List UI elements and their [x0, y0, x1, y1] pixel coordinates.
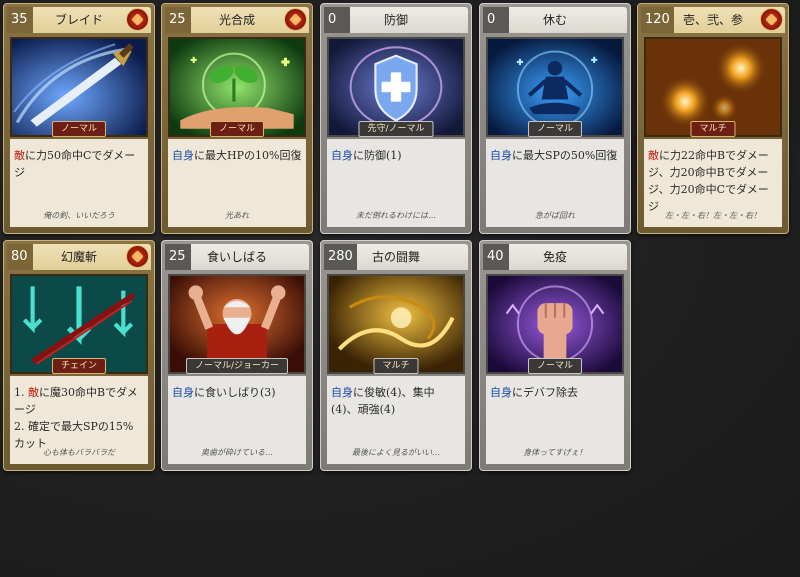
card-cost: 25 — [165, 7, 191, 33]
card-name: 食いしばる — [206, 250, 267, 264]
flavor-text: 光あれ — [225, 211, 249, 220]
card-type-tag: ノーマル — [209, 121, 265, 137]
card-cost: 35 — [7, 7, 33, 33]
card-type-tag: 先守/ノーマル — [358, 121, 434, 137]
card-name: ブレイド — [54, 13, 103, 27]
card-type-tag: チェイン — [51, 358, 107, 374]
card-type-tag: ノーマル/ジョーカー — [185, 358, 289, 374]
flavor-text: 未だ倒れるわけには… — [356, 211, 436, 220]
card-header: 0 防御 — [324, 7, 468, 33]
card-header: 280 古の闘舞 — [324, 244, 468, 270]
card-grit-teeth[interactable]: 25 食いしばる ノーマル/ジョーカー 自身に食いしばり(3) 奥歯が砕けている… — [161, 240, 313, 471]
card-header: 25 光合成 — [165, 7, 309, 33]
card-ancient-battle-dance[interactable]: 280 古の闘舞 マルチ 自身に俊敏(4)、集中(4)、頑強(4) 最後によく見… — [320, 240, 472, 471]
target-enemy-label: 敵 — [648, 149, 659, 162]
flavor-text: 奥歯が砕けている… — [201, 448, 273, 457]
card-type-tag: マルチ — [690, 121, 736, 137]
card-immunity[interactable]: 40 免疫 ノーマル 自身にデバフ除去 身体ってすげぇ！ — [479, 240, 631, 471]
card-description: 自身に食いしばり(3) 奥歯が砕けている… — [168, 376, 306, 464]
card-blade[interactable]: 35 ブレイド ノーマル 敵に力50命中Cでダメージ 俺の剣、いいだろう — [3, 3, 155, 234]
effect-text: に防御(1) — [353, 149, 402, 162]
effect-text: に最大HPの10%回復 — [194, 149, 302, 162]
card-name: 光合成 — [218, 13, 255, 27]
effect-text: に力22命中Bでダメージ、力20命中Bでダメージ、力20命中Cでダメージ — [648, 149, 769, 213]
flavor-text: 俺の剣、いいだろう — [43, 211, 115, 220]
step-one-prefix: 1. — [14, 386, 28, 399]
target-enemy-label: 敵 — [14, 149, 25, 162]
target-self-label: 自身 — [490, 149, 512, 162]
effect-text: に最大SPの50%回復 — [512, 149, 618, 162]
card-type-tag: ノーマル — [527, 358, 583, 374]
card-description: 自身に最大SPの50%回復 急がば回れ — [486, 139, 624, 227]
card-description: 敵に力22命中Bでダメージ、力20命中Bでダメージ、力20命中Cでダメージ 左・… — [644, 139, 782, 227]
card-defense[interactable]: 0 防御 先守/ノーマル 自身に防御(1) 未だ倒れるわけには… — [320, 3, 472, 234]
card-name: 防御 — [383, 13, 408, 27]
card-header: 35 ブレイド — [7, 7, 151, 33]
target-self-label: 自身 — [331, 386, 353, 399]
card-description: 1. 敵に魔30命中Bでダメージ 2. 確定で最大SPの15%カット 心も体もバ… — [10, 376, 148, 464]
card-header: 120 壱、弐、参 — [641, 7, 785, 33]
target-self-label: 自身 — [490, 386, 512, 399]
card-type-tag: マルチ — [373, 358, 419, 374]
attack-skill-icon — [126, 245, 149, 268]
card-header: 80 幻魔斬 — [7, 244, 151, 270]
attack-skill-icon — [760, 8, 783, 31]
card-description: 自身に俊敏(4)、集中(4)、頑強(4) 最後によく見るがいい… — [327, 376, 465, 464]
effect-text: に食いしばり(3) — [194, 386, 276, 399]
card-description: 敵に力50命中Cでダメージ 俺の剣、いいだろう — [10, 139, 148, 227]
card-header: 25 食いしばる — [165, 244, 309, 270]
card-header: 40 免疫 — [483, 244, 627, 270]
card-cost: 0 — [483, 7, 509, 33]
card-name: 休む — [542, 13, 567, 27]
card-type-tag: ノーマル — [51, 121, 107, 137]
card-one-two-three[interactable]: 120 壱、弐、参 マルチ 敵に力22命中Bでダメージ、力20命中Bでダメージ、… — [637, 3, 789, 234]
target-self-label: 自身 — [331, 149, 353, 162]
card-name: 幻魔斬 — [60, 250, 97, 264]
card-phantom-slash[interactable]: 80 幻魔斬 チェイン 1. 敵に魔30命中Bでダメージ 2. 確定で最大SPの… — [3, 240, 155, 471]
card-photosynthesis[interactable]: 25 光合成 ノーマル 自身に最大HPの10%回復 光あれ — [161, 3, 313, 234]
target-self-label: 自身 — [172, 386, 194, 399]
flavor-text: 最後によく見るがいい… — [352, 448, 440, 457]
card-header: 0 休む — [483, 7, 627, 33]
card-cost: 0 — [324, 7, 350, 33]
attack-skill-icon — [126, 8, 149, 31]
card-type-tag: ノーマル — [527, 121, 583, 137]
flavor-text: 左・左・右！左・左・右！ — [665, 211, 761, 220]
flavor-text: 身体ってすげぇ！ — [523, 448, 587, 457]
target-enemy-label: 敵 — [28, 386, 39, 399]
card-name: 古の闘舞 — [371, 250, 420, 264]
card-cost: 25 — [165, 244, 191, 270]
card-description: 自身に防御(1) 未だ倒れるわけには… — [327, 139, 465, 227]
target-self-label: 自身 — [172, 149, 194, 162]
effect-text: にデバフ除去 — [512, 386, 578, 399]
flavor-text: 心も体もバラバラだ — [43, 448, 115, 457]
flavor-text: 急がば回れ — [535, 211, 575, 220]
card-cost: 80 — [7, 244, 33, 270]
card-cost: 40 — [483, 244, 509, 270]
effect-text: に力50命中Cでダメージ — [14, 149, 136, 179]
card-description: 自身に最大HPの10%回復 光あれ — [168, 139, 306, 227]
card-description: 自身にデバフ除去 身体ってすげぇ！ — [486, 376, 624, 464]
card-name: 免疫 — [542, 250, 567, 264]
card-rest[interactable]: 0 休む ノーマル 自身に最大SPの50%回復 急がば回れ — [479, 3, 631, 234]
card-name: 壱、弐、参 — [682, 13, 743, 27]
attack-skill-icon — [284, 8, 307, 31]
